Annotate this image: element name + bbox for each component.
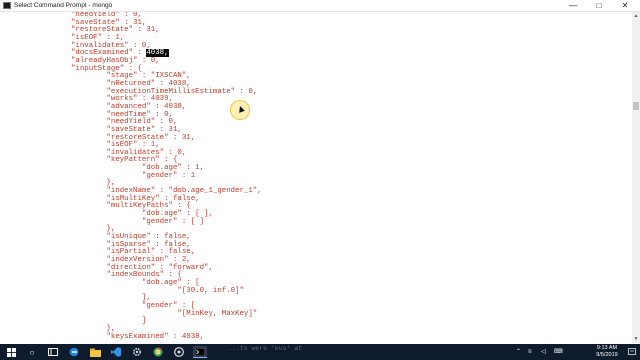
scrollbar-thumb[interactable] — [633, 102, 639, 110]
taskbar-clock[interactable]: 9:13 AM 9/5/2019 — [590, 345, 624, 359]
window-title: Select Command Prompt - mongo — [14, 2, 113, 9]
taskbar: ○ ...ts were 'kus' at ⌃ ≡ ◁ ⌨ 9:13 AM 9/… — [0, 344, 640, 360]
console-output[interactable]: "needYield" : 0, "saveState" : 31, "rest… — [0, 12, 632, 343]
command-prompt-icon — [3, 2, 11, 9]
clock-date: 9/5/2019 — [596, 352, 618, 358]
file-explorer-icon[interactable] — [88, 346, 102, 358]
vscode-icon[interactable] — [109, 346, 123, 358]
command-prompt-taskbar-icon[interactable] — [193, 346, 207, 358]
mouse-pointer-icon — [237, 105, 245, 113]
clock-time: 9:13 AM — [596, 345, 618, 351]
search-icon[interactable]: ○ — [25, 346, 39, 358]
start-windows-icon[interactable] — [4, 346, 18, 358]
keyboard-icon[interactable]: ⌨ — [554, 346, 563, 358]
task-view-icon[interactable] — [46, 346, 60, 358]
chrome-icon[interactable] — [151, 346, 165, 358]
console-text: "needYield" : 0, "saveState" : 31, "rest… — [0, 12, 262, 341]
vertical-scrollbar[interactable]: ▲ ▼ — [632, 12, 640, 343]
maximize-button[interactable]: □ — [588, 0, 610, 11]
scroll-up-icon[interactable]: ▲ — [632, 12, 640, 20]
console-line: "keysExamined" : 4038, — [0, 332, 205, 341]
settings-gear-icon[interactable] — [130, 346, 144, 358]
window-titlebar[interactable]: Select Command Prompt - mongo — □ ✕ — [0, 0, 640, 12]
edge-browser-icon[interactable] — [67, 346, 81, 358]
notifications-icon[interactable] — [626, 346, 638, 358]
scroll-down-icon[interactable]: ▼ — [632, 335, 640, 343]
network-icon[interactable]: ≡ — [528, 346, 532, 358]
mouse-highlight-cursor — [230, 100, 250, 120]
volume-icon[interactable]: ◁ — [541, 346, 546, 358]
close-button[interactable]: ✕ — [614, 0, 636, 11]
minimize-button[interactable]: — — [562, 0, 584, 11]
media-app-icon[interactable] — [172, 346, 186, 358]
tray-chevron-icon[interactable]: ⌃ — [516, 346, 521, 358]
faded-console-text: ...ts were 'kus' at — [228, 345, 303, 352]
